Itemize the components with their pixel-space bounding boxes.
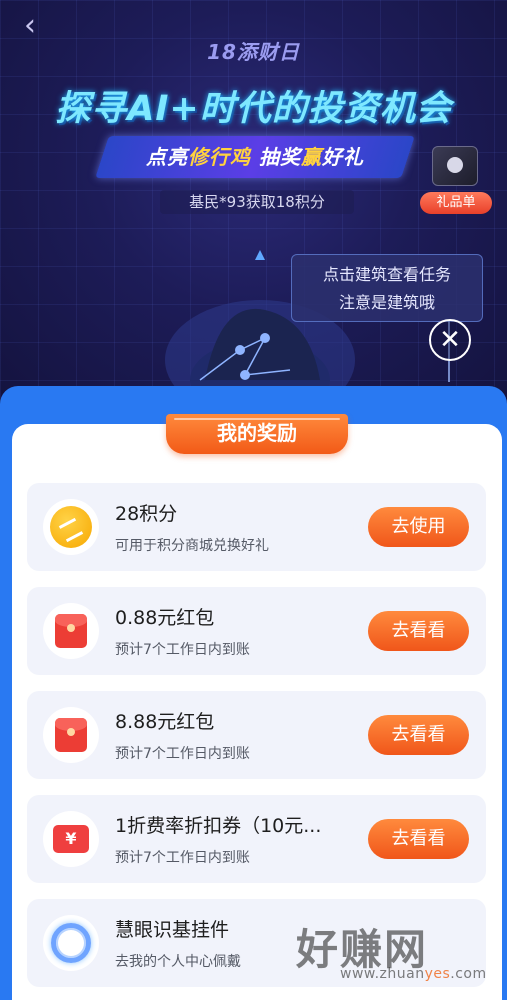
rewards-header: 我的奖励 (166, 414, 348, 454)
subtitle-part: 点亮 (146, 145, 189, 169)
reward-title: 28积分 (115, 503, 178, 525)
watermark-url-part: www.zhuan (340, 966, 425, 982)
reward-card: 8.88元红包 预计7个工作日内到账 去看看 (27, 691, 486, 779)
gift-list-button[interactable] (418, 146, 492, 196)
subtitle-part: 好礼 (321, 145, 364, 169)
subtitle-part: 抽奖 (251, 145, 301, 169)
tooltip-line: 点击建筑查看任务 (322, 265, 451, 284)
reward-card: ¥ 1折费率折扣券（10元... 预计7个工作日内到账 去看看 (27, 795, 486, 883)
view-button[interactable]: 去看看 (368, 715, 469, 755)
winner-ticker: 基民*93获取18积分 (160, 190, 354, 214)
points-coin-icon (43, 499, 99, 555)
use-button[interactable]: 去使用 (368, 507, 469, 547)
reward-desc: 预计7个工作日内到账 (115, 850, 250, 866)
subtitle-highlight: 赢 (300, 145, 322, 169)
view-button[interactable]: 去看看 (368, 611, 469, 651)
watermark-url-accent: yes (424, 966, 451, 982)
watermark-url-part: .com (450, 966, 487, 982)
red-envelope-icon (43, 603, 99, 659)
reward-desc: 预计7个工作日内到账 (115, 642, 250, 658)
view-button[interactable]: 去看看 (368, 819, 469, 859)
reward-desc: 可用于积分商城兑换好礼 (115, 538, 269, 554)
gift-list-label[interactable]: 礼品单 (420, 192, 492, 214)
subtitle-highlight: 修行鸡 (188, 145, 252, 169)
subtitle-text: 点亮修行鸡 抽奖赢好礼 (102, 136, 408, 178)
reward-card: 28积分 可用于积分商城兑换好礼 去使用 (27, 483, 486, 571)
tooltip-line: 注意是建筑哦 (338, 293, 435, 312)
reward-desc: 预计7个工作日内到账 (115, 746, 250, 762)
gift-box-icon (432, 146, 478, 186)
red-envelope-icon (43, 707, 99, 763)
reward-card: 0.88元红包 预计7个工作日内到账 去看看 (27, 587, 486, 675)
event-tag: 18添财日 (207, 40, 300, 64)
coupon-icon: ¥ (43, 811, 99, 867)
watermark-url: www.zhuanyes.com (340, 966, 500, 986)
reward-title: 1折费率折扣券（10元... (115, 815, 322, 837)
reward-title: 8.88元红包 (115, 711, 215, 733)
reward-title: 0.88元红包 (115, 607, 215, 629)
close-button[interactable]: ✕ (429, 319, 471, 361)
avatar-frame-icon (43, 915, 99, 971)
hint-tooltip: 点击建筑查看任务 注意是建筑哦 (291, 254, 483, 322)
close-icon: ✕ (439, 325, 461, 355)
page-title: 探寻AI+时代的投资机会 (55, 89, 452, 129)
